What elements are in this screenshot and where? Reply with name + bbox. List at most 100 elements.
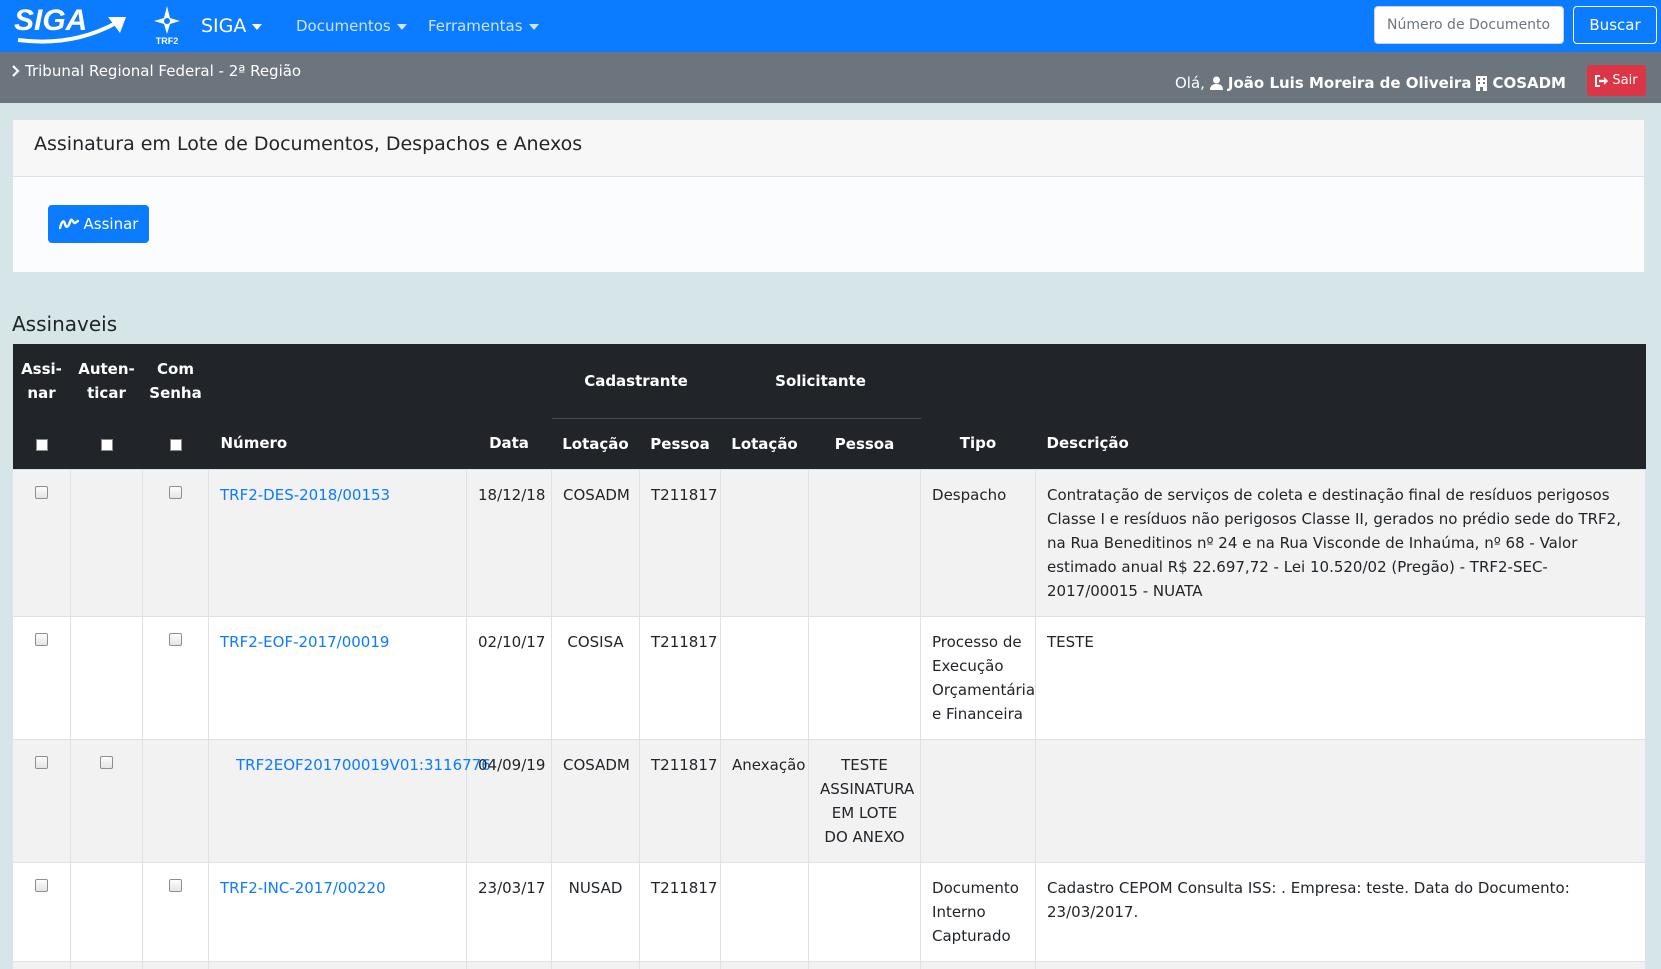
assinar-cell: [12, 615, 71, 740]
document-link[interactable]: TRF2-DES-2018/00153: [220, 486, 390, 504]
header-empty: [920, 344, 1036, 418]
sol-pessoa-cell: TESTE ASSINATURA EM LOTE DO ANEXO: [808, 738, 922, 863]
header-com-senha-line1: Com: [157, 360, 194, 378]
sol-pessoa-cell: [808, 960, 922, 969]
document-number-search-input[interactable]: [1374, 6, 1564, 44]
building-icon: [1476, 75, 1488, 91]
search-button[interactable]: Buscar: [1573, 6, 1657, 44]
data-cell: 23/03/17: [466, 861, 552, 962]
com-senha-cell: [142, 861, 209, 962]
siga-logo-text: SIGA: [14, 4, 87, 37]
com-senha-checkbox[interactable]: [169, 632, 182, 646]
nav-siga-label: SIGA: [201, 15, 247, 37]
nav-documentos-dropdown[interactable]: Documentos: [296, 0, 407, 52]
sign-button-label: Assinar: [83, 215, 139, 233]
data-cell: 18/12/18: [466, 468, 552, 617]
assinar-checkbox[interactable]: [35, 878, 48, 892]
sol-pessoa-cell: [808, 861, 922, 962]
autenticar-cell: [70, 861, 143, 962]
assinar-cell: [12, 738, 71, 863]
descricao-cell: [1035, 960, 1647, 969]
cad-lotacao-cell: COSISA: [551, 615, 640, 740]
sol-pessoa-cell: [808, 468, 922, 617]
header-cad-pessoa: Pessoa: [639, 418, 721, 469]
document-link[interactable]: TRF2-INC-2017/00220: [220, 879, 386, 897]
tipo-cell: Documento Interno Capturado: [920, 861, 1037, 962]
data-cell: 04/09/19: [466, 738, 552, 863]
chevron-down-icon: [528, 24, 539, 30]
tipo-cell: Processo de Execução Orçamentária e Fina…: [920, 615, 1037, 740]
greeting-label: Olá,: [1174, 74, 1205, 92]
sub-navbar: Tribunal Regional Federal - 2ª Região Ol…: [0, 52, 1661, 103]
header-empty: [466, 344, 552, 418]
header-numero: Número: [208, 418, 467, 469]
checkbox[interactable]: [169, 438, 182, 451]
header-autenticar: Auten-ticar: [70, 344, 143, 418]
nav-ferramentas-dropdown[interactable]: Ferramentas: [428, 0, 539, 52]
table-row: TRF2-DES-2018/00153 18/12/18 COSADM T211…: [12, 468, 1647, 617]
cad-pessoa-cell: T211817: [638, 468, 722, 617]
checkbox[interactable]: [35, 438, 48, 451]
numero-cell: TRF2EOF201700019V01:3116776: [208, 738, 491, 863]
table-row: TRF2EOF201700019V01:3116776 04/09/19 COS…: [12, 738, 1647, 863]
cad-lotacao-cell: NUSAD: [551, 861, 640, 962]
section-title: Assinaveis: [12, 312, 118, 336]
header-assinar-line2: nar: [27, 384, 56, 402]
numero-cell: TRF2-INC-2017/00220: [208, 861, 467, 962]
select-all-autenticar-checkbox[interactable]: [70, 418, 143, 469]
chevron-down-icon: [252, 24, 263, 30]
numero-cell: [208, 960, 467, 969]
header-empty: [208, 344, 467, 418]
autenticar-cell: [70, 738, 143, 863]
document-link[interactable]: TRF2-EOF-2017/00019: [220, 633, 389, 651]
select-all-assinar-checkbox[interactable]: [12, 418, 71, 469]
trf2-logo[interactable]: TRF2: [152, 4, 182, 46]
com-senha-cell: [142, 615, 209, 740]
select-all-com-senha-checkbox[interactable]: [142, 418, 209, 469]
document-link[interactable]: TRF2EOF201700019V01:3116776: [236, 756, 491, 774]
sol-lotacao-cell: [720, 861, 810, 962]
assinar-checkbox[interactable]: [35, 755, 48, 769]
card-title: Assinatura em Lote de Documentos, Despac…: [13, 120, 1644, 177]
chevron-right-icon: [12, 65, 20, 77]
cad-pessoa-cell: T211817: [638, 861, 722, 962]
cad-pessoa-cell: T211817: [638, 738, 722, 863]
cad-lotacao-cell: [551, 960, 640, 969]
com-senha-cell: [142, 468, 209, 617]
data-cell: 02/10/17: [466, 615, 552, 740]
user-greeting: Olá, João Luis Moreira de Oliveira COSAD…: [1175, 74, 1566, 92]
descricao-cell: Cadastro CEPOM Consulta ISS: . Empresa: …: [1035, 861, 1647, 962]
autenticar-cell: [70, 615, 143, 740]
sol-pessoa-cell: [808, 615, 922, 740]
header-descricao: Descrição: [1035, 418, 1646, 469]
sol-lotacao-cell: [720, 615, 810, 740]
assinar-cell: [12, 468, 71, 617]
table-row: TRF2-INC-2017/00220 23/03/17 NUSAD T2118…: [12, 861, 1647, 962]
sol-lotacao-cell: [720, 468, 810, 617]
table-row: TRF2-EOF-2017/00019 02/10/17 COSISA T211…: [12, 615, 1647, 740]
descricao-cell: [1035, 738, 1647, 863]
siga-logo[interactable]: SIGA: [12, 3, 132, 47]
checkbox[interactable]: [100, 438, 113, 451]
com-senha-cell: [142, 738, 209, 863]
com-senha-checkbox[interactable]: [169, 485, 182, 499]
com-senha-checkbox[interactable]: [169, 878, 182, 892]
assinar-checkbox[interactable]: [35, 485, 48, 499]
data-cell: [466, 960, 552, 969]
numero-cell: TRF2-EOF-2017/00019: [208, 615, 467, 740]
sign-button[interactable]: Assinar: [48, 205, 149, 243]
header-sol-lotacao: Lotação: [720, 418, 809, 469]
logout-button[interactable]: Sair: [1587, 65, 1646, 96]
tipo-cell: [920, 960, 1037, 969]
autenticar-checkbox[interactable]: [100, 755, 113, 769]
nav-siga-dropdown[interactable]: SIGA: [201, 0, 263, 52]
header-sol-pessoa: Pessoa: [808, 418, 921, 469]
assinar-checkbox[interactable]: [35, 632, 48, 646]
header-cad-lotacao: Lotação: [551, 418, 640, 469]
top-navbar: SIGA TRF2 SIGA Documentos Ferramentas Bu…: [0, 0, 1661, 52]
breadcrumb[interactable]: Tribunal Regional Federal - 2ª Região: [12, 62, 301, 80]
autenticar-cell: [70, 468, 143, 617]
cad-lotacao-cell: COSADM: [551, 468, 640, 617]
numero-cell: TRF2-DES-2018/00153: [208, 468, 467, 617]
header-autenticar-line2: ticar: [87, 384, 126, 402]
